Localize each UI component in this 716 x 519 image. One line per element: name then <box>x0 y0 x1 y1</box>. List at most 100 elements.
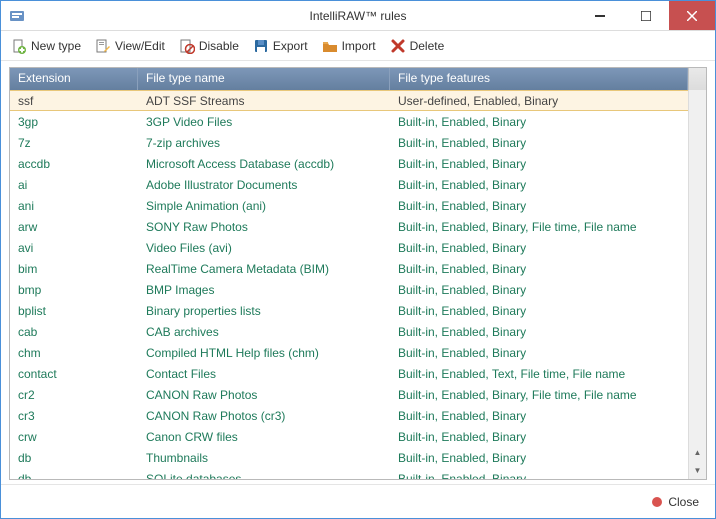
column-header-features[interactable]: File type features <box>390 68 688 90</box>
cell-name: ADT SSF Streams <box>138 94 390 108</box>
table-rows: ssfADT SSF StreamsUser-defined, Enabled,… <box>10 90 688 479</box>
cell-extension: chm <box>10 346 138 360</box>
cell-extension: 3gp <box>10 115 138 129</box>
maximize-button[interactable] <box>623 1 669 30</box>
footer: Close <box>1 484 715 518</box>
cell-features: Built-in, Enabled, Binary <box>390 430 688 444</box>
cell-name: CANON Raw Photos (cr3) <box>138 409 390 423</box>
table-row[interactable]: arwSONY Raw PhotosBuilt-in, Enabled, Bin… <box>10 216 688 237</box>
delete-icon <box>390 38 406 54</box>
column-header-extension[interactable]: Extension <box>10 68 138 90</box>
header-scroll-spacer <box>688 68 706 90</box>
scroll-down-button[interactable]: ▼ <box>689 461 706 479</box>
cell-features: Built-in, Enabled, Text, File time, File… <box>390 367 688 381</box>
import-icon <box>322 38 338 54</box>
new-type-icon <box>11 38 27 54</box>
cell-name: Thumbnails <box>138 451 390 465</box>
cell-name: CANON Raw Photos <box>138 388 390 402</box>
delete-button[interactable]: Delete <box>388 36 447 56</box>
vertical-scrollbar[interactable]: ▲ ▼ <box>688 90 706 479</box>
cell-name: CAB archives <box>138 325 390 339</box>
table-row[interactable]: aiAdobe Illustrator DocumentsBuilt-in, E… <box>10 174 688 195</box>
cell-features: Built-in, Enabled, Binary <box>390 157 688 171</box>
cell-features: User-defined, Enabled, Binary <box>390 94 688 108</box>
table-row[interactable]: dbSQLite databasesBuilt-in, Enabled, Bin… <box>10 468 688 479</box>
cell-extension: db <box>10 472 138 480</box>
import-button[interactable]: Import <box>320 36 378 56</box>
cell-extension: cab <box>10 325 138 339</box>
export-icon <box>253 38 269 54</box>
cell-features: Built-in, Enabled, Binary <box>390 178 688 192</box>
import-label: Import <box>342 39 376 53</box>
cell-extension: db <box>10 451 138 465</box>
cell-name: SONY Raw Photos <box>138 220 390 234</box>
table-row[interactable]: accdbMicrosoft Access Database (accdb)Bu… <box>10 153 688 174</box>
cell-features: Built-in, Enabled, Binary, File time, Fi… <box>390 388 688 402</box>
cell-features: Built-in, Enabled, Binary <box>390 115 688 129</box>
table-row[interactable]: chmCompiled HTML Help files (chm)Built-i… <box>10 342 688 363</box>
cell-extension: cr2 <box>10 388 138 402</box>
cell-extension: cr3 <box>10 409 138 423</box>
cell-features: Built-in, Enabled, Binary <box>390 325 688 339</box>
table-row[interactable]: cr2CANON Raw PhotosBuilt-in, Enabled, Bi… <box>10 384 688 405</box>
table-header: Extension File type name File type featu… <box>10 68 706 90</box>
disable-button[interactable]: Disable <box>177 36 241 56</box>
table-row[interactable]: aviVideo Files (avi)Built-in, Enabled, B… <box>10 237 688 258</box>
cell-features: Built-in, Enabled, Binary <box>390 199 688 213</box>
table-row[interactable]: crwCanon CRW filesBuilt-in, Enabled, Bin… <box>10 426 688 447</box>
export-button[interactable]: Export <box>251 36 310 56</box>
cell-features: Built-in, Enabled, Binary <box>390 472 688 480</box>
cell-features: Built-in, Enabled, Binary <box>390 451 688 465</box>
cell-name: SQLite databases <box>138 472 390 480</box>
window-controls <box>577 1 715 30</box>
table-row[interactable]: cr3CANON Raw Photos (cr3)Built-in, Enabl… <box>10 405 688 426</box>
cell-features: Built-in, Enabled, Binary <box>390 136 688 150</box>
table-row[interactable]: bmpBMP ImagesBuilt-in, Enabled, Binary <box>10 279 688 300</box>
view-edit-icon <box>95 38 111 54</box>
column-header-name[interactable]: File type name <box>138 68 390 90</box>
cell-name: Binary properties lists <box>138 304 390 318</box>
close-icon <box>652 497 662 507</box>
table-row[interactable]: 7z7-zip archivesBuilt-in, Enabled, Binar… <box>10 132 688 153</box>
table-row[interactable]: ssfADT SSF StreamsUser-defined, Enabled,… <box>10 90 688 111</box>
cell-features: Built-in, Enabled, Binary <box>390 304 688 318</box>
table-row[interactable]: cabCAB archivesBuilt-in, Enabled, Binary <box>10 321 688 342</box>
cell-extension: bim <box>10 262 138 276</box>
cell-name: Microsoft Access Database (accdb) <box>138 157 390 171</box>
cell-name: Contact Files <box>138 367 390 381</box>
cell-extension: ssf <box>10 94 138 108</box>
cell-extension: ai <box>10 178 138 192</box>
cell-features: Built-in, Enabled, Binary <box>390 262 688 276</box>
table-row[interactable]: contactContact FilesBuilt-in, Enabled, T… <box>10 363 688 384</box>
minimize-button[interactable] <box>577 1 623 30</box>
new-type-label: New type <box>31 39 81 53</box>
cell-extension: arw <box>10 220 138 234</box>
cell-features: Built-in, Enabled, Binary <box>390 241 688 255</box>
table-row[interactable]: bplistBinary properties listsBuilt-in, E… <box>10 300 688 321</box>
cell-extension: accdb <box>10 157 138 171</box>
table-row[interactable]: bimRealTime Camera Metadata (BIM)Built-i… <box>10 258 688 279</box>
cell-name: Simple Animation (ani) <box>138 199 390 213</box>
disable-icon <box>179 38 195 54</box>
close-button[interactable]: Close <box>668 495 699 509</box>
table-row[interactable]: 3gp3GP Video FilesBuilt-in, Enabled, Bin… <box>10 111 688 132</box>
cell-name: Canon CRW files <box>138 430 390 444</box>
cell-name: RealTime Camera Metadata (BIM) <box>138 262 390 276</box>
new-type-button[interactable]: New type <box>9 36 83 56</box>
rules-table: Extension File type name File type featu… <box>9 67 707 480</box>
cell-name: 7-zip archives <box>138 136 390 150</box>
cell-name: Video Files (avi) <box>138 241 390 255</box>
scroll-up-button[interactable]: ▲ <box>689 443 706 461</box>
table-row[interactable]: aniSimple Animation (ani)Built-in, Enabl… <box>10 195 688 216</box>
table-body: ssfADT SSF StreamsUser-defined, Enabled,… <box>10 90 706 479</box>
app-icon <box>9 8 25 24</box>
titlebar: IntelliRAW™ rules <box>1 1 715 31</box>
cell-name: Adobe Illustrator Documents <box>138 178 390 192</box>
export-label: Export <box>273 39 308 53</box>
table-row[interactable]: dbThumbnailsBuilt-in, Enabled, Binary <box>10 447 688 468</box>
view-edit-button[interactable]: View/Edit <box>93 36 167 56</box>
cell-extension: bmp <box>10 283 138 297</box>
cell-extension: avi <box>10 241 138 255</box>
cell-extension: ani <box>10 199 138 213</box>
window-close-button[interactable] <box>669 1 715 30</box>
